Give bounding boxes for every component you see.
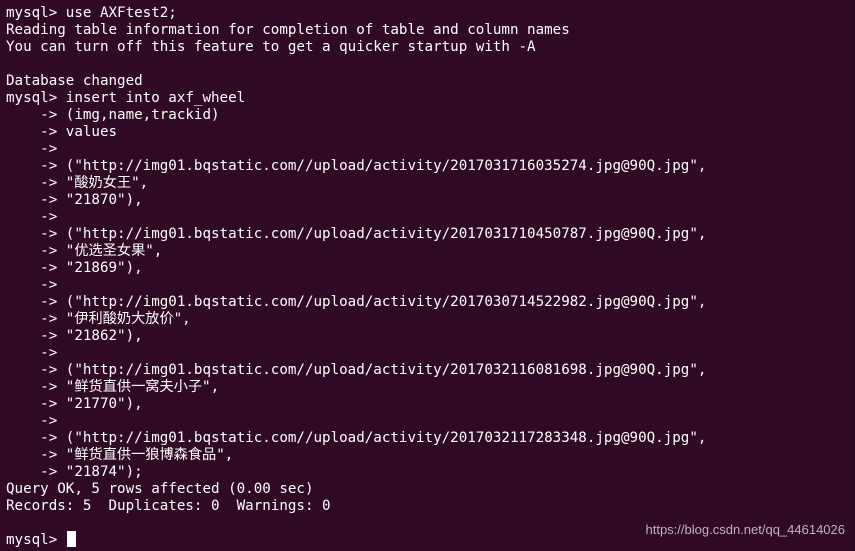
terminal-line: -> ("http://img01.bqstatic.com//upload/a… (6, 362, 707, 378)
terminal-line: -> ("http://img01.bqstatic.com//upload/a… (6, 226, 707, 242)
terminal-line: -> "21770"), (6, 396, 143, 412)
terminal-line: -> "21862"), (6, 328, 143, 344)
terminal-line: -> values (6, 124, 118, 140)
terminal-line: -> (6, 141, 58, 157)
terminal-line: -> (img,name,trackid) (6, 107, 220, 123)
terminal-line: -> (6, 209, 58, 225)
terminal-line: -> "21870"), (6, 192, 143, 208)
terminal-line: -> ("http://img01.bqstatic.com//upload/a… (6, 158, 707, 174)
terminal-line: Database changed (6, 73, 143, 89)
terminal-output: mysql> use AXFtest2; Reading table inform… (6, 5, 855, 515)
terminal-line: -> (6, 277, 58, 293)
terminal-line: Query OK, 5 rows affected (0.00 sec) (6, 481, 314, 497)
terminal-line: mysql> use AXFtest2; (6, 5, 177, 21)
terminal-scrollbar[interactable] (851, 0, 855, 551)
terminal-line: -> "伊利酸奶大放价", (6, 311, 191, 327)
terminal-line: Records: 5 Duplicates: 0 Warnings: 0 (6, 498, 331, 514)
terminal-line: -> "酸奶女王", (6, 175, 149, 191)
terminal-line: -> ("http://img01.bqstatic.com//upload/a… (6, 294, 707, 310)
terminal-line: -> ("http://img01.bqstatic.com//upload/a… (6, 430, 707, 446)
terminal-window[interactable]: mysql> use AXFtest2; Reading table inform… (0, 0, 855, 551)
terminal-line: -> (6, 345, 58, 361)
terminal-line: -> "鲜货直供一狼博森食品", (6, 447, 234, 463)
terminal-line: -> "鲜货直供一窝夫小子", (6, 379, 220, 395)
terminal-line: mysql> insert into axf_wheel (6, 90, 246, 106)
terminal-line: You can turn off this feature to get a q… (6, 39, 536, 55)
terminal-line: -> "21869"), (6, 260, 143, 276)
text-cursor (66, 531, 76, 547)
terminal-line: -> "21874"); (6, 464, 143, 480)
terminal-line: -> (6, 413, 58, 429)
csdn-watermark: https://blog.csdn.net/qq_44614026 (645, 522, 846, 537)
prompt-text: mysql> (6, 532, 66, 548)
current-prompt[interactable]: mysql> (6, 531, 76, 548)
terminal-line: Reading table information for completion… (6, 22, 570, 38)
terminal-line: -> "优选圣女果", (6, 243, 163, 259)
